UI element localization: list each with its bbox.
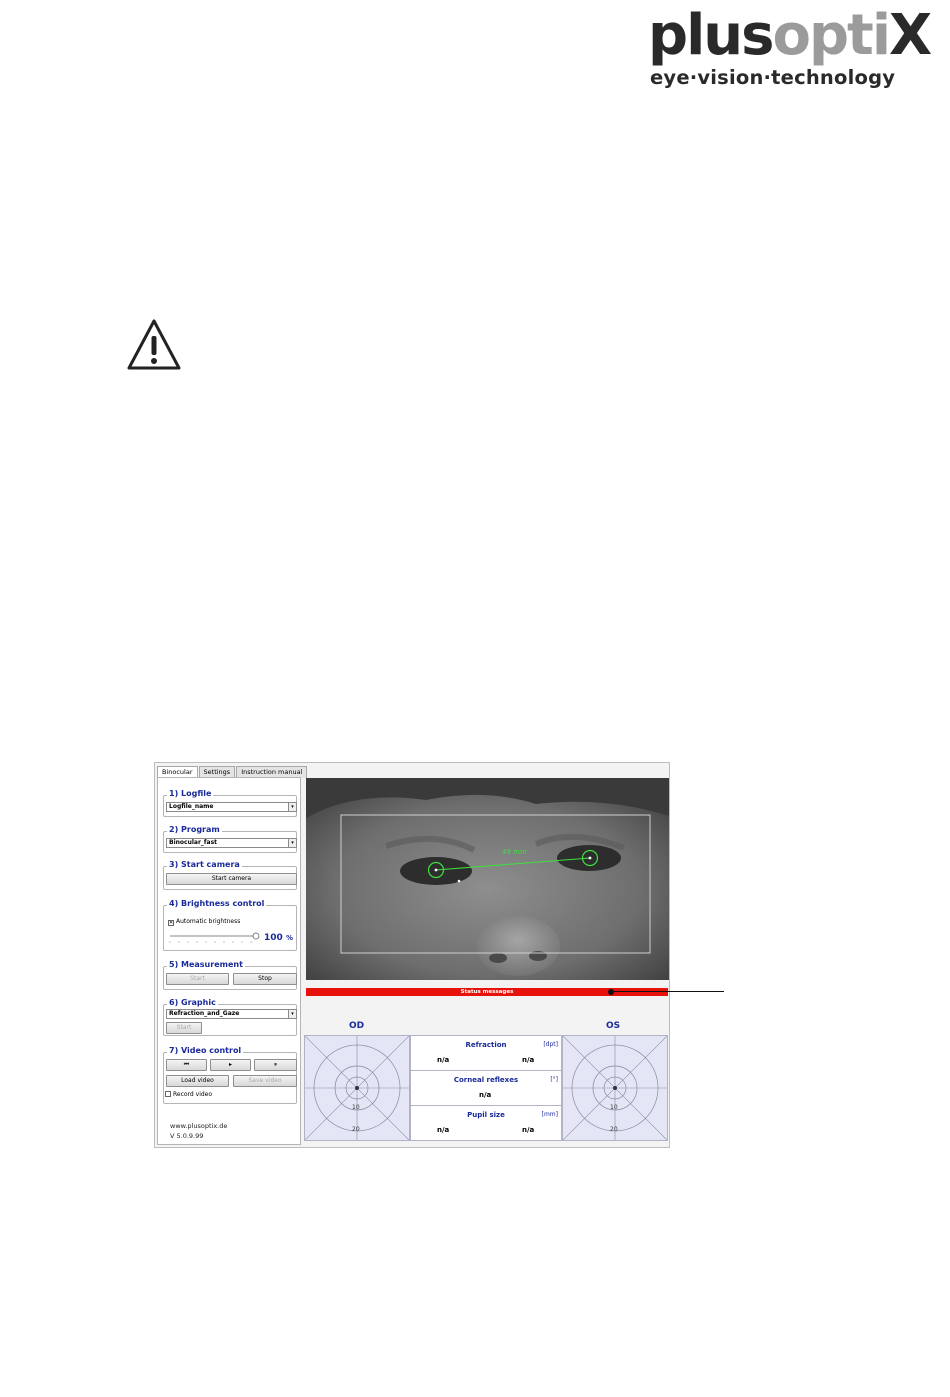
refraction-row: Refraction [dpt] n/a n/a [411,1036,561,1071]
od-gaze-chart: 10 20 [304,1035,410,1141]
chevron-down-icon[interactable]: ▾ [288,803,296,811]
measurement-start-button[interactable]: Start [166,973,229,985]
measurement-group: 5) Measurement Start Stop [163,960,297,990]
plusoptix-logo: plusoptiX eye·vision·technology [648,2,932,94]
automatic-brightness-checkbox[interactable]: ✕ Automatic brightness [168,918,240,926]
warning-triangle-icon [127,319,181,370]
logfile-group: 1) Logfile Logfile_name ▾ [163,789,297,817]
chevron-down-icon[interactable]: ▾ [288,839,296,847]
callout-dot [608,989,614,995]
os-ring-label-20: 20 [610,1126,618,1133]
status-callout-line [612,991,724,992]
os-label: OS [606,1021,621,1031]
start-camera-group: 3) Start camera Start camera [163,860,297,890]
graphic-group: 6) Graphic Refraction_and_Gaze ▾ Start [163,998,297,1036]
start-camera-title: 3) Start camera [167,860,242,869]
chevron-down-icon[interactable]: ▾ [288,1010,296,1018]
pupil-size-row: Pupil size [mm] n/a n/a [411,1106,561,1141]
video-control-title: 7) Video control [167,1046,244,1055]
od-ring-label-20: 20 [352,1126,360,1133]
logo-tagline: eye·vision·technology [650,66,896,89]
infrared-eye-image [306,778,669,980]
brightness-title: 4) Brightness control [167,899,267,908]
measurement-stop-button[interactable]: Stop [233,973,297,985]
program-title: 2) Program [167,825,222,834]
measurement-title: 5) Measurement [167,960,245,969]
pause-button[interactable]: ⏸ [254,1059,297,1071]
os-ring-label-10: 10 [610,1104,618,1111]
brightness-slider[interactable] [168,932,262,944]
graphic-select[interactable]: Refraction_and_Gaze ▾ [166,1009,297,1019]
logfile-title: 1) Logfile [167,789,214,798]
corneal-reflexes-title: Corneal reflexes [453,1076,519,1084]
record-video-checkbox[interactable]: Record video [165,1091,212,1099]
camera-view: 49 mm [306,778,669,980]
refraction-unit: [dpt] [543,1041,558,1048]
refraction-od-value: n/a [437,1056,450,1064]
os-gaze-chart: 10 20 [562,1035,668,1141]
play-button[interactable]: ▸ [210,1059,251,1071]
corneal-reflexes-value: n/a [479,1091,492,1099]
checkbox-unchecked-icon[interactable] [165,1091,171,1097]
pupil-size-os-value: n/a [522,1126,535,1134]
start-camera-button[interactable]: Start camera [166,873,297,885]
program-select[interactable]: Binocular_fast ▾ [166,838,297,848]
checkbox-checked-icon[interactable]: ✕ [168,920,174,926]
pupil-size-unit: [mm] [541,1111,558,1118]
pupil-size-title: Pupil size [467,1111,505,1119]
refraction-title: Refraction [465,1041,507,1049]
save-video-button[interactable]: Save video [233,1075,297,1087]
graphic-start-button[interactable]: Start [166,1022,202,1034]
rewind-button[interactable]: ⏮ [166,1059,207,1071]
corneal-reflexes-row: Corneal reflexes [°] n/a [411,1071,561,1106]
logfile-input[interactable]: Logfile_name ▾ [166,802,297,812]
video-control-group: 7) Video control ⏮ ▸ ⏸ Load video Save v… [163,1046,297,1104]
software-screenshot: Binocular Settings Instruction manual 1)… [154,762,670,1148]
refraction-os-value: n/a [522,1056,535,1064]
pupil-size-od-value: n/a [437,1126,450,1134]
graphic-title: 6) Graphic [167,998,218,1007]
program-group: 2) Program Binocular_fast ▾ [163,825,297,853]
brightness-group: 4) Brightness control ✕ Automatic brightn… [163,899,297,951]
software-version: V 5.0.9.99 [170,1132,204,1140]
website-url: www.plusoptix.de [170,1122,228,1130]
results-panel: Refraction [dpt] n/a n/a Corneal reflexe… [410,1035,562,1141]
logo-wordmark: plusoptiX [648,3,932,68]
control-panel: 1) Logfile Logfile_name ▾ 2) Program Bino… [157,777,301,1145]
load-video-button[interactable]: Load video [166,1075,229,1087]
od-ring-label-10: 10 [352,1104,360,1111]
brightness-readout: 100 % [264,933,293,943]
corneal-reflexes-unit: [°] [550,1076,558,1083]
pupillary-distance-label: 49 mm [502,848,527,856]
od-label: OD [349,1021,365,1031]
